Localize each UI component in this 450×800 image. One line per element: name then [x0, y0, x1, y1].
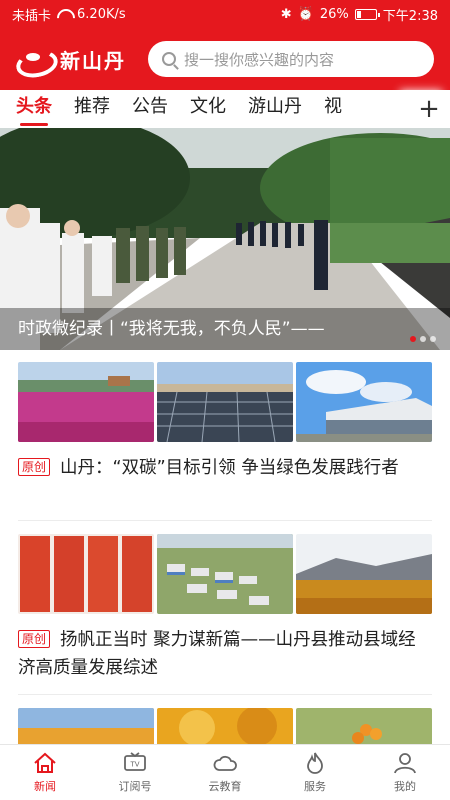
nav-label: 云教育 — [208, 780, 242, 793]
alarm-icon: ⏰ — [297, 6, 314, 22]
add-channel-button[interactable]: + — [408, 90, 450, 128]
svg-text:TV: TV — [129, 761, 139, 769]
banner-carousel[interactable]: 时政微纪录丨“我将无我，不负人民”—— — [0, 128, 450, 350]
network-speed: 6.20K/s — [77, 6, 126, 22]
home-icon — [34, 752, 56, 773]
search-icon — [162, 52, 176, 66]
news-title: 原创 扬帆正当时 聚力谋新篇——山丹县推动县域经济高质量发展综述 — [18, 626, 432, 682]
carousel-dot[interactable] — [430, 336, 436, 342]
logo-swirl-icon — [16, 47, 54, 71]
status-bar: 未插卡 6.20K/s ✱ ⏰ 26% 下午2:38 — [0, 0, 450, 28]
nav-label: 我的 — [394, 780, 416, 793]
tab-item[interactable]: 头条 — [16, 90, 52, 128]
divider — [18, 694, 432, 695]
app-logo: 新山丹 — [16, 45, 148, 74]
battery-icon — [354, 8, 380, 20]
carousel-indicator — [410, 336, 436, 342]
tab-item[interactable]: 推荐 — [74, 90, 110, 128]
app-name: 新山丹 — [60, 48, 126, 73]
flame-icon — [307, 752, 323, 774]
clock: 下午2:38 — [382, 8, 438, 24]
tab-item[interactable]: 游山丹 — [248, 90, 302, 128]
battery-percent: 26% — [319, 6, 349, 22]
original-badge: 原创 — [18, 630, 51, 648]
thumbnail-red-banners — [18, 534, 154, 614]
nav-subscriptions[interactable]: TV 订阅号 — [90, 745, 180, 800]
thumbnail-row — [18, 362, 432, 442]
news-card-1[interactable]: 原创 山丹：“双碳”目标引领 争当绿色发展践行者 — [18, 362, 432, 482]
news-card-2[interactable]: 原创 扬帆正当时 聚力谋新篇——山丹县推动县域经济高质量发展综述 — [18, 534, 432, 682]
user-icon — [394, 753, 416, 774]
tab-item[interactable]: 公告 — [132, 90, 168, 128]
nav-services[interactable]: 服务 — [270, 745, 360, 800]
tab-item[interactable]: 视 — [324, 90, 342, 128]
news-title: 原创 山丹：“双碳”目标引领 争当绿色发展践行者 — [18, 454, 432, 482]
original-badge: 原创 — [18, 458, 51, 476]
nav-label: 订阅号 — [118, 780, 152, 793]
search-bar[interactable]: 搜一搜你感兴趣的内容 — [148, 41, 434, 77]
news-title-text: 山丹：“双碳”目标引领 争当绿色发展践行者 — [60, 458, 399, 478]
app-header: 新山丹 搜一搜你感兴趣的内容 — [0, 28, 450, 90]
thumbnail-flower-field — [18, 362, 154, 442]
nav-cloud-education[interactable]: 云教育 — [180, 745, 270, 800]
wifi-icon — [57, 9, 71, 19]
news-title-text: 扬帆正当时 聚力谋新篇——山丹县推动县域经济高质量发展综述 — [18, 630, 416, 678]
nav-news[interactable]: 新闻 — [0, 745, 90, 800]
thumbnail-factory — [296, 362, 432, 442]
banner-caption: 时政微纪录丨“我将无我，不负人民”—— — [0, 308, 450, 350]
cloud-icon — [213, 755, 237, 771]
bottom-navigation: 新闻 TV 订阅号 云教育 服务 我的 — [0, 744, 450, 800]
thumbnail-autumn-trees — [296, 534, 432, 614]
tab-item[interactable]: 文化 — [190, 90, 226, 128]
carousel-dot[interactable] — [410, 336, 416, 342]
tv-icon: TV — [124, 752, 146, 771]
nav-label: 新闻 — [34, 780, 56, 793]
nav-profile[interactable]: 我的 — [360, 745, 450, 800]
carrier-text: 未插卡 — [12, 8, 52, 24]
search-placeholder: 搜一搜你感兴趣的内容 — [184, 50, 335, 69]
tab-list: 头条 推荐 公告 文化 游山丹视 — [0, 90, 408, 128]
carousel-dot[interactable] — [420, 336, 426, 342]
thumbnail-row — [18, 534, 432, 614]
battery-fill — [356, 10, 362, 18]
nav-label: 服务 — [304, 780, 326, 793]
divider — [18, 520, 432, 521]
bluetooth-icon: ✱ — [280, 6, 292, 22]
thumbnail-aerial-town — [157, 534, 293, 614]
thumbnail-solar-panels — [157, 362, 293, 442]
channel-tabs: 头条 推荐 公告 文化 游山丹视 + — [0, 90, 450, 128]
